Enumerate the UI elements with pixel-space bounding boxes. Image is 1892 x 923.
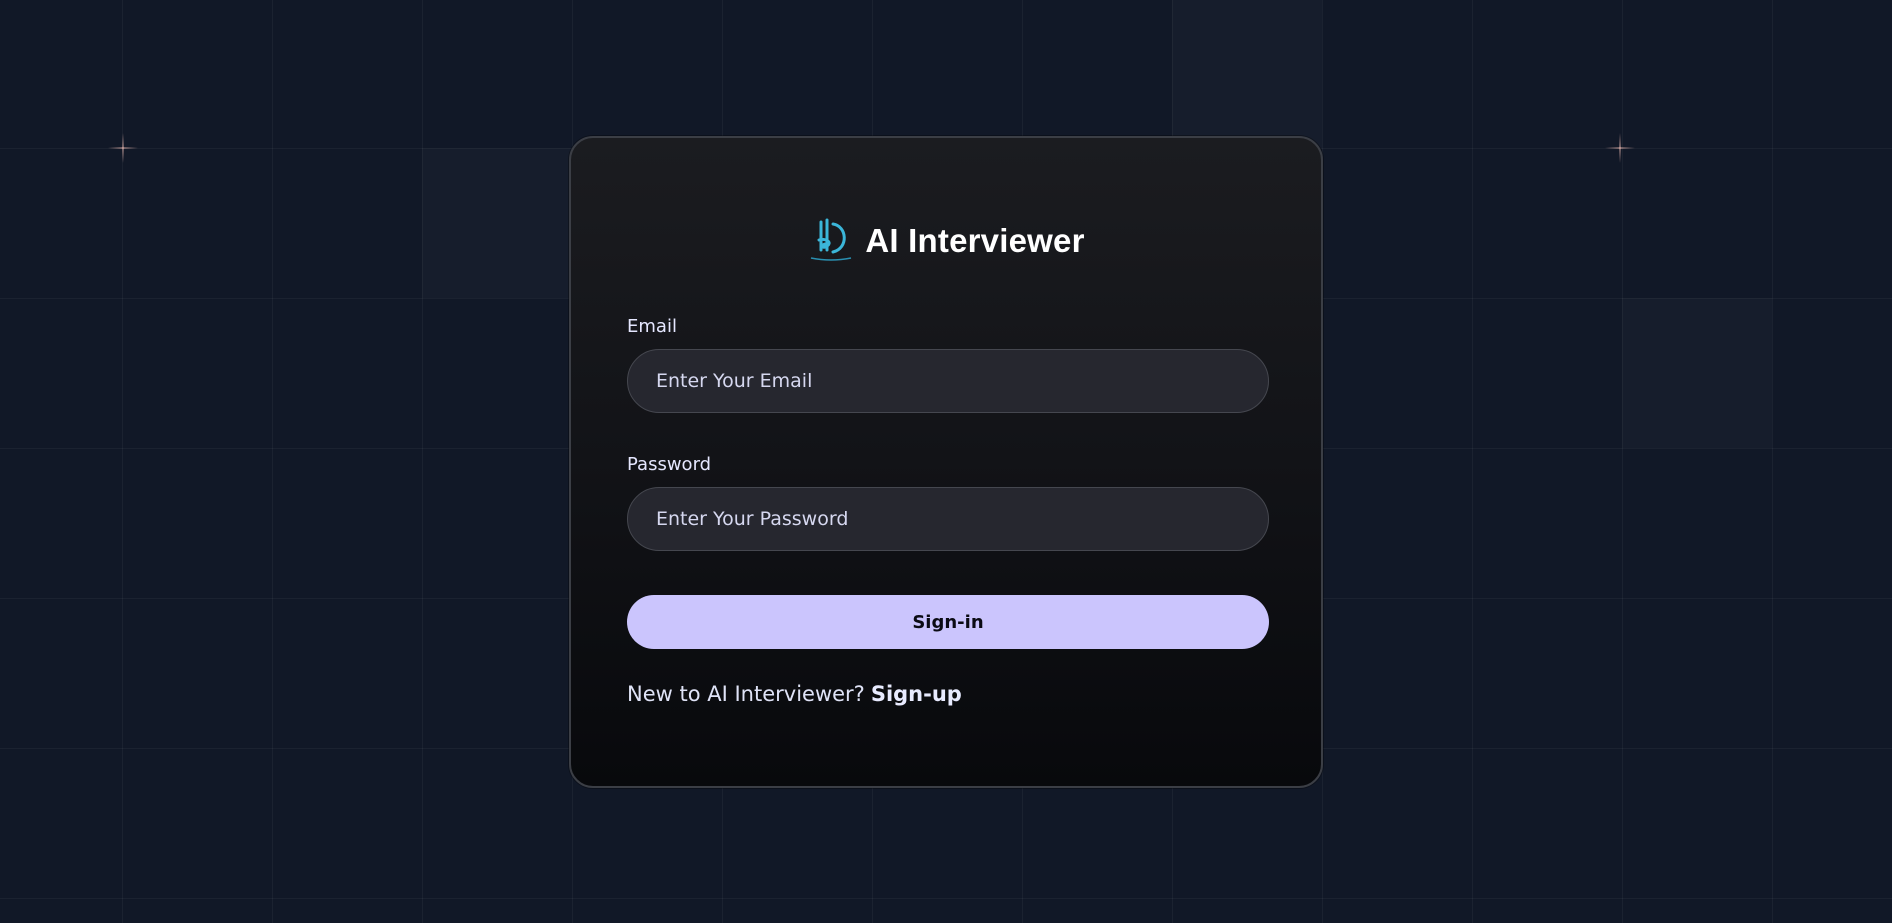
sparkle-decoration-right xyxy=(1605,133,1635,163)
background-tile xyxy=(1172,0,1322,148)
background-tile xyxy=(422,148,572,298)
email-label: Email xyxy=(627,316,677,337)
app-title: AI Interviewer xyxy=(865,222,1085,259)
background-tile xyxy=(1622,298,1772,448)
sparkle-decoration-left xyxy=(108,133,138,163)
email-field[interactable] xyxy=(627,349,1269,413)
password-label: Password xyxy=(627,454,712,475)
sign-up-link[interactable]: Sign-up xyxy=(871,682,962,706)
brand-header: AI Interviewer xyxy=(571,216,1321,266)
signup-prompt-text: New to AI Interviewer? xyxy=(627,682,865,706)
login-card: AI Interviewer Email Password Sign-in Ne… xyxy=(569,136,1323,788)
password-field[interactable] xyxy=(627,487,1269,551)
sign-in-button[interactable]: Sign-in xyxy=(627,595,1269,649)
ai-interviewer-logo-icon xyxy=(811,218,852,261)
login-page: AI Interviewer Email Password Sign-in Ne… xyxy=(0,0,1892,923)
signup-prompt: New to AI Interviewer? Sign-up xyxy=(627,682,962,706)
